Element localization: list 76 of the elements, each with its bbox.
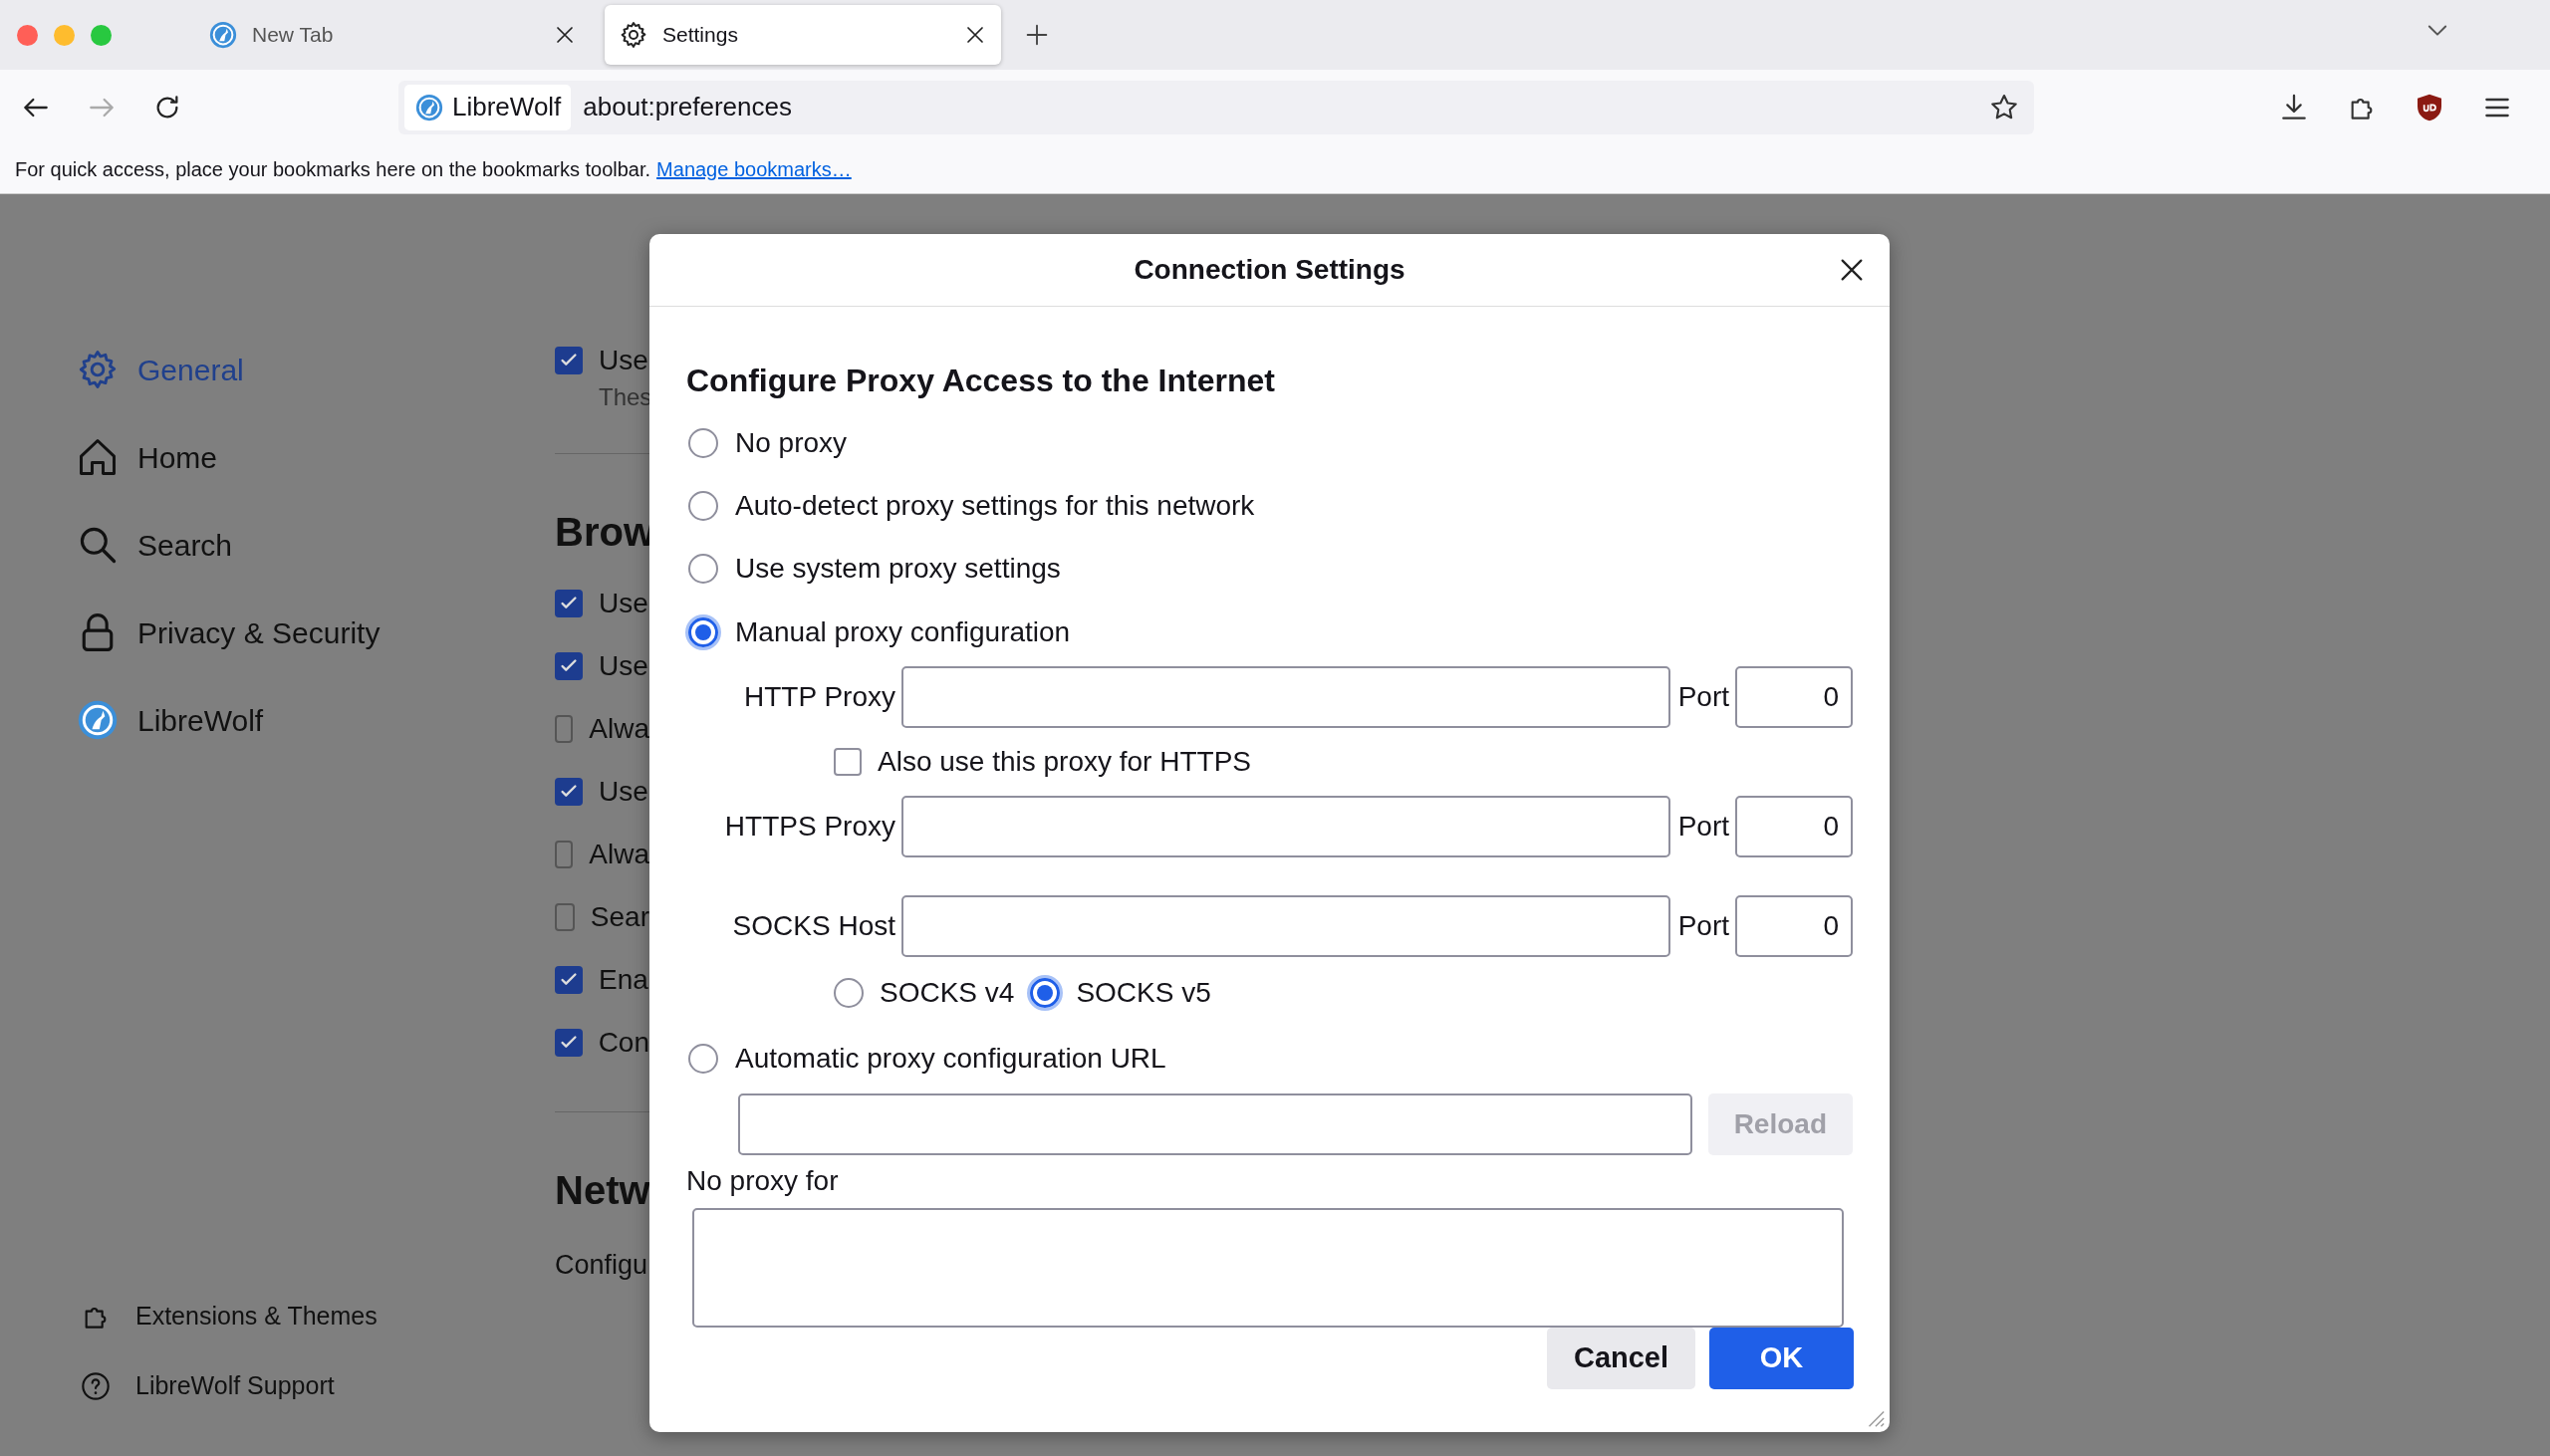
port-label: Port xyxy=(1677,679,1729,714)
checkbox[interactable] xyxy=(555,589,583,617)
port-label: Port xyxy=(1677,909,1729,944)
wolf-logo-icon xyxy=(208,20,238,50)
checkbox[interactable] xyxy=(555,714,574,743)
checkbox[interactable] xyxy=(555,777,583,806)
radio-label: Auto-detect proxy settings for this network xyxy=(735,489,1255,524)
radio-label: SOCKS v5 xyxy=(1076,976,1211,1011)
field-label: HTTP Proxy xyxy=(743,679,895,714)
port-input[interactable]: 0 xyxy=(1735,796,1853,858)
checkbox[interactable] xyxy=(555,965,583,994)
url-bar[interactable]: LibreWolf about:preferences xyxy=(398,80,2034,134)
text-input[interactable] xyxy=(738,1092,1692,1155)
option-label: Alwa xyxy=(589,837,649,871)
radio-label: No proxy xyxy=(735,425,848,460)
option-label: Use xyxy=(599,648,648,683)
window-control-button[interactable] xyxy=(17,24,38,46)
radio-label: Manual proxy configuration xyxy=(735,614,1071,649)
checkbox[interactable] xyxy=(834,747,862,776)
option-label: Con xyxy=(598,1025,649,1060)
sidebar-item[interactable]: Search xyxy=(76,501,555,589)
option-label: Use xyxy=(599,774,648,809)
radio-label: Automatic proxy configuration URL xyxy=(735,1042,1166,1077)
radio-button[interactable] xyxy=(688,491,718,522)
field-label: No proxy for xyxy=(686,1163,840,1198)
option-label: Sear xyxy=(590,899,649,934)
sidebar-item[interactable]: LibreWolf xyxy=(76,676,555,764)
checkbox[interactable] xyxy=(555,651,583,680)
ok-button[interactable]: OK xyxy=(1709,1328,1854,1389)
radio-button[interactable] xyxy=(688,427,718,458)
text-input[interactable] xyxy=(901,796,1670,858)
bookmarks-message: For quick access, place your bookmarks here on the bookmarks toolbar. xyxy=(15,156,651,182)
checkbox[interactable] xyxy=(555,1028,583,1057)
port-label: Port xyxy=(1677,810,1729,845)
radio-label: SOCKS v4 xyxy=(880,976,1015,1011)
radio-button[interactable] xyxy=(688,616,718,647)
sidebar-link[interactable]: Extensions & Themes xyxy=(76,1282,555,1351)
cancel-button[interactable]: Cancel xyxy=(1547,1328,1695,1389)
option-description: Thes xyxy=(599,382,652,412)
option-label: Use xyxy=(599,343,648,377)
radio-button[interactable] xyxy=(688,554,718,585)
sidebar-item[interactable]: Home xyxy=(76,413,555,501)
sidebar-item[interactable]: Privacy & Security xyxy=(76,589,555,676)
port-input[interactable]: 0 xyxy=(1735,895,1853,958)
port-input[interactable]: 0 xyxy=(1735,665,1853,728)
identity-button[interactable]: LibreWolf xyxy=(404,84,572,130)
dialog-title: Connection Settings xyxy=(1134,253,1405,287)
checkbox[interactable] xyxy=(555,902,575,931)
option-label: Alwa xyxy=(589,711,649,746)
wolf-logo-icon xyxy=(76,698,120,742)
section-heading: Netw xyxy=(555,1167,650,1214)
checkbox[interactable] xyxy=(555,346,583,374)
checkbox-label: Also use this proxy for HTTPS xyxy=(878,744,1251,779)
option-label: Use xyxy=(599,586,648,620)
radio-button[interactable] xyxy=(1030,978,1061,1009)
text-input[interactable] xyxy=(901,895,1670,958)
help-icon xyxy=(80,1370,112,1402)
radio-label: Use system proxy settings xyxy=(735,552,1061,587)
no-proxy-input[interactable] xyxy=(692,1207,1844,1328)
section-heading: Brow xyxy=(555,509,654,556)
field-label: HTTPS Proxy xyxy=(723,810,895,845)
text-input[interactable] xyxy=(901,665,1670,728)
field-label: SOCKS Host xyxy=(731,909,895,944)
radio-button[interactable] xyxy=(688,1044,718,1075)
wolf-logo-icon xyxy=(414,92,444,122)
url-text: about:preferences xyxy=(583,91,793,123)
option-label: Ena xyxy=(599,962,648,997)
section-heading: Configure Proxy Access to the Internet xyxy=(686,361,1276,400)
gear-icon xyxy=(619,20,648,50)
sidebar-link[interactable]: LibreWolf Support xyxy=(76,1351,555,1421)
browser-tab[interactable]: Settings xyxy=(605,5,1001,65)
checkbox[interactable] xyxy=(555,840,574,868)
radio-button[interactable] xyxy=(834,978,864,1009)
manage-bookmarks-link[interactable]: Manage bookmarks… xyxy=(656,153,852,184)
browser-tab[interactable]: New Tab xyxy=(194,5,591,65)
section-description: Configu xyxy=(555,1248,648,1282)
